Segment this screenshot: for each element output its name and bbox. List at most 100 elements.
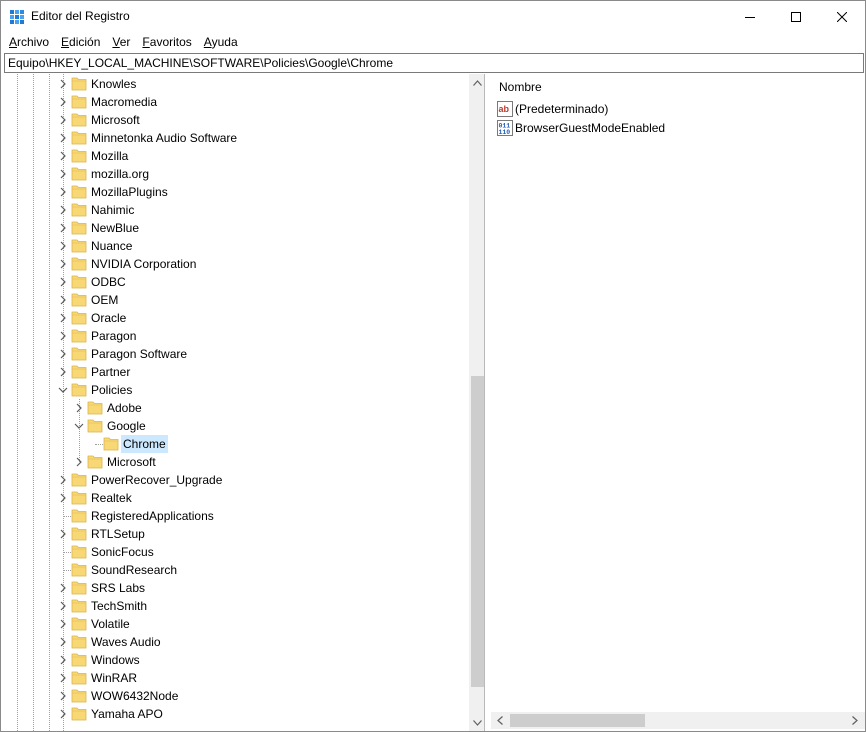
- chevron-right-icon[interactable]: [57, 132, 69, 144]
- scroll-thumb[interactable]: [471, 376, 484, 687]
- tree-node[interactable]: mozilla.org: [3, 165, 469, 183]
- tree-node-label: RTLSetup: [91, 527, 145, 541]
- menu-accelerator: E: [61, 35, 70, 49]
- tree-node[interactable]: SoundResearch: [3, 561, 469, 579]
- chevron-right-icon[interactable]: [57, 114, 69, 126]
- scroll-up-button[interactable]: [469, 74, 484, 91]
- tree-node[interactable]: Yamaha APO: [3, 705, 469, 723]
- tree-node[interactable]: WOW6432Node: [3, 687, 469, 705]
- chevron-right-icon[interactable]: [57, 294, 69, 306]
- chevron-right-icon[interactable]: [57, 366, 69, 378]
- chevron-right-icon[interactable]: [57, 618, 69, 630]
- tree-node[interactable]: MozillaPlugins: [3, 183, 469, 201]
- chevron-down-icon: [473, 719, 482, 726]
- tree-node[interactable]: Knowles: [3, 75, 469, 93]
- tree-node[interactable]: TechSmith: [3, 597, 469, 615]
- title-bar[interactable]: Editor del Registro: [1, 1, 865, 32]
- close-button[interactable]: [819, 1, 865, 32]
- chevron-right-icon[interactable]: [57, 528, 69, 540]
- chevron-right-icon[interactable]: [57, 186, 69, 198]
- tree-node-label: Partner: [91, 365, 131, 379]
- menu-favoritos[interactable]: Favoritos: [136, 32, 197, 52]
- tree-node[interactable]: Google: [3, 417, 469, 435]
- tree-node[interactable]: Windows: [3, 651, 469, 669]
- chevron-right-icon[interactable]: [57, 168, 69, 180]
- tree-node[interactable]: Adobe: [3, 399, 469, 417]
- scroll-down-button[interactable]: [469, 714, 484, 731]
- chevron-right-icon[interactable]: [57, 672, 69, 684]
- tree-node[interactable]: WinRAR: [3, 669, 469, 687]
- chevron-right-icon[interactable]: [57, 582, 69, 594]
- maximize-button[interactable]: [773, 1, 819, 32]
- chevron-right-icon[interactable]: [57, 600, 69, 612]
- tree-node[interactable]: Partner: [3, 363, 469, 381]
- tree-node[interactable]: Minnetonka Audio Software: [3, 129, 469, 147]
- tree-node[interactable]: Paragon: [3, 327, 469, 345]
- chevron-right-icon[interactable]: [57, 330, 69, 342]
- chevron-right-icon[interactable]: [57, 492, 69, 504]
- column-header-name[interactable]: Nombre: [499, 80, 542, 94]
- tree-node[interactable]: SRS Labs: [3, 579, 469, 597]
- chevron-right-icon[interactable]: [57, 204, 69, 216]
- chevron-right-icon[interactable]: [57, 654, 69, 666]
- tree-node[interactable]: RTLSetup: [3, 525, 469, 543]
- menu-archivo[interactable]: Archivo: [3, 32, 55, 52]
- minimize-button[interactable]: [727, 1, 773, 32]
- tree-node[interactable]: Waves Audio: [3, 633, 469, 651]
- chevron-right-icon[interactable]: [57, 690, 69, 702]
- tree-node[interactable]: Nahimic: [3, 201, 469, 219]
- tree-node-label: Knowles: [91, 77, 137, 91]
- tree-node[interactable]: PowerRecover_Upgrade: [3, 471, 469, 489]
- chevron-right-icon[interactable]: [57, 636, 69, 648]
- chevron-right-icon[interactable]: [57, 96, 69, 108]
- chevron-right-icon[interactable]: [57, 240, 69, 252]
- tree-node[interactable]: Realtek: [3, 489, 469, 507]
- folder-icon: [71, 113, 87, 127]
- tree-node[interactable]: Microsoft: [3, 453, 469, 471]
- chevron-right-icon[interactable]: [57, 708, 69, 720]
- chevron-right-icon[interactable]: [57, 312, 69, 324]
- menu-edicion[interactable]: Edición: [55, 32, 106, 52]
- chevron-right-icon[interactable]: [57, 78, 69, 90]
- chevron-right-icon[interactable]: [57, 150, 69, 162]
- chevron-right-icon[interactable]: [57, 348, 69, 360]
- menu-ayuda[interactable]: Ayuda: [198, 32, 244, 52]
- tree-node[interactable]: Paragon Software: [3, 345, 469, 363]
- scroll-thumb[interactable]: [510, 714, 645, 727]
- scroll-right-button[interactable]: [846, 712, 863, 729]
- menu-accelerator: F: [142, 35, 150, 49]
- tree-node[interactable]: Macromedia: [3, 93, 469, 111]
- tree-node[interactable]: SonicFocus: [3, 543, 469, 561]
- folder-icon: [71, 383, 87, 397]
- tree-node[interactable]: Chrome: [3, 435, 469, 453]
- chevron-right-icon[interactable]: [57, 474, 69, 486]
- chevron-right-icon[interactable]: [57, 222, 69, 234]
- tree-node-label: Minnetonka Audio Software: [91, 131, 238, 145]
- chevron-right-icon[interactable]: [57, 258, 69, 270]
- tree-node[interactable]: Microsoft: [3, 111, 469, 129]
- chevron-up-icon: [473, 79, 482, 86]
- menu-label: er: [119, 35, 131, 49]
- address-bar[interactable]: Equipo\HKEY_LOCAL_MACHINE\SOFTWARE\Polic…: [4, 53, 864, 73]
- chevron-down-icon[interactable]: [57, 384, 69, 396]
- tree-node[interactable]: Nuance: [3, 237, 469, 255]
- tree-vertical-scrollbar[interactable]: [469, 74, 484, 731]
- folder-icon: [71, 167, 87, 181]
- chevron-down-icon[interactable]: [73, 420, 85, 432]
- tree-node[interactable]: Oracle: [3, 309, 469, 327]
- tree-node[interactable]: NVIDIA Corporation: [3, 255, 469, 273]
- tree-node-label: Microsoft: [91, 113, 140, 127]
- menu-ver[interactable]: Ver: [106, 32, 136, 52]
- values-horizontal-scrollbar[interactable]: [491, 712, 865, 729]
- tree-node[interactable]: OEM: [3, 291, 469, 309]
- tree-node[interactable]: Mozilla: [3, 147, 469, 165]
- tree-node[interactable]: ODBC: [3, 273, 469, 291]
- tree-node[interactable]: Policies: [3, 381, 469, 399]
- tree-node[interactable]: NewBlue: [3, 219, 469, 237]
- scroll-left-button[interactable]: [491, 712, 508, 729]
- chevron-right-icon[interactable]: [57, 276, 69, 288]
- chevron-right-icon[interactable]: [73, 456, 85, 468]
- tree-node[interactable]: RegisteredApplications: [3, 507, 469, 525]
- tree-node[interactable]: Volatile: [3, 615, 469, 633]
- chevron-right-icon[interactable]: [73, 402, 85, 414]
